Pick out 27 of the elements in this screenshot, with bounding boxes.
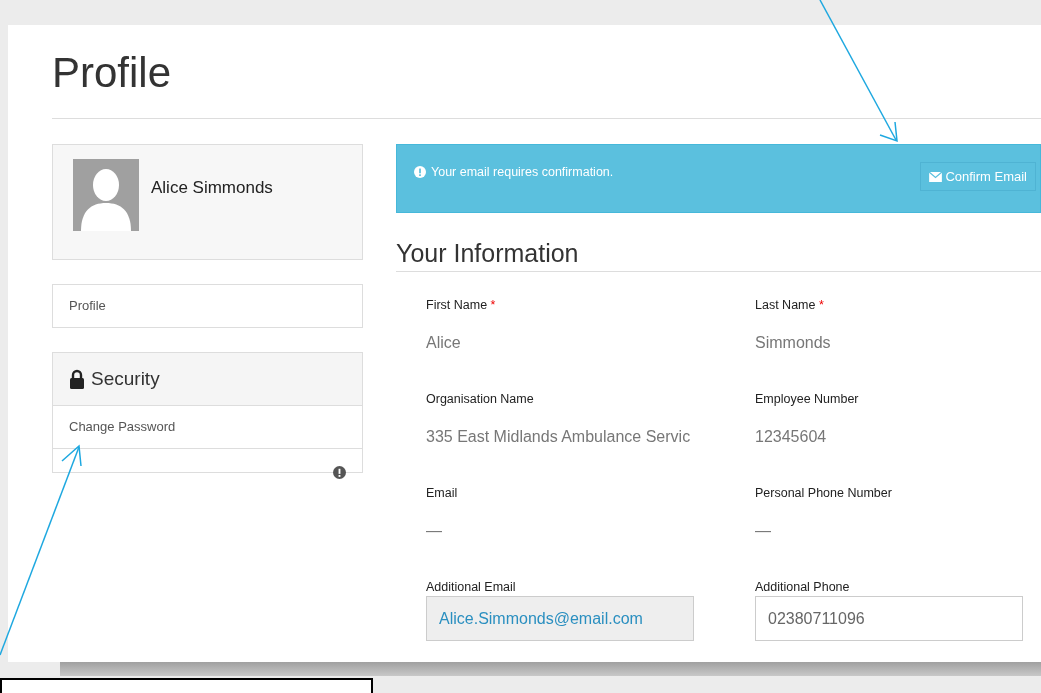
field-value: Alice [426, 334, 462, 352]
field-label: Organisation Name [426, 392, 535, 408]
field-label: First Name * [426, 298, 497, 314]
field-value: 335 East Midlands Ambulance Servic [426, 428, 692, 446]
avatar-icon [73, 159, 139, 231]
field-label: Last Name * [755, 298, 825, 314]
change-password-link[interactable]: Change Password [53, 406, 362, 449]
field-value: — [755, 522, 772, 540]
user-name: Alice Simmonds [151, 178, 273, 198]
field-label: Additional Phone [755, 580, 851, 596]
alert-message: Your email requires confirmation. [431, 165, 614, 179]
field-label: Additional Email [426, 580, 517, 596]
panel-title: Security [91, 368, 160, 390]
page-title: Profile [52, 25, 1041, 119]
lock-icon [69, 369, 85, 389]
exclamation-icon [333, 466, 346, 479]
field-value: 12345604 [755, 428, 828, 446]
field-label: Personal Phone Number [755, 486, 893, 502]
exclamation-icon [414, 166, 426, 178]
section-heading: Your Information [396, 239, 1041, 272]
input-field[interactable]: 02380711096 [755, 596, 1023, 641]
field-label: Employee Number [755, 392, 860, 408]
nav-link[interactable]: Profile [52, 284, 363, 328]
field-label: Email [426, 486, 459, 502]
envelope-icon [929, 171, 943, 182]
field-value: Simmonds [755, 334, 832, 352]
field-value: — [426, 522, 443, 540]
